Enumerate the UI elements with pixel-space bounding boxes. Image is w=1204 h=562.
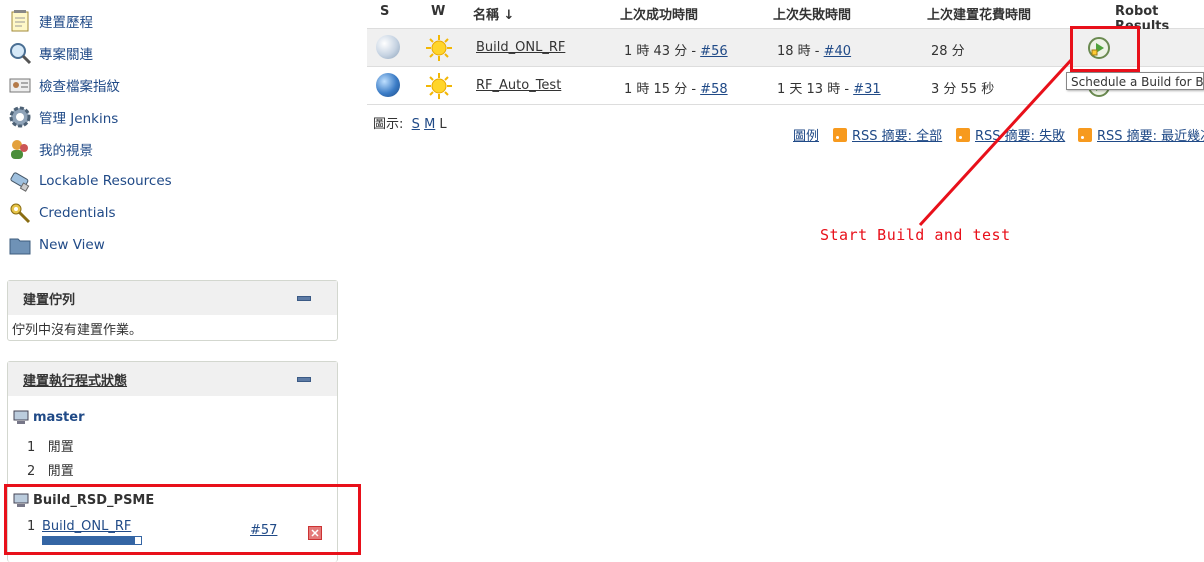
col-header-last-duration[interactable]: 上次建置花費時間 — [927, 4, 1031, 23]
node-master-link[interactable]: master — [33, 410, 85, 425]
search-icon — [8, 41, 32, 65]
sidebar-task-credentials[interactable]: Credentials — [8, 200, 116, 226]
job-link[interactable]: Build_ONL_RF — [476, 40, 565, 55]
status-blue-icon — [376, 73, 400, 97]
task-label: 管理 Jenkins — [39, 111, 119, 127]
executor-status-header: 建置執行程式狀態 — [8, 362, 337, 396]
task-label: 檢查檔案指紋 — [39, 79, 120, 95]
last-failure-build-link[interactable]: #40 — [824, 44, 851, 59]
computer-icon — [13, 409, 29, 425]
user-icon — [8, 137, 32, 161]
rss-icon — [1078, 127, 1092, 142]
executor-number: 1 — [27, 440, 36, 455]
last-failure-time: 18 時 - — [777, 44, 824, 59]
sidebar-task-build-history[interactable]: 建置歷程 — [8, 8, 93, 34]
last-success-time: 1 時 43 分 - — [624, 44, 701, 59]
task-label: 我的視景 — [39, 143, 93, 159]
icon-size-small-link[interactable]: S — [412, 117, 420, 132]
executor-row: 2 閒置 — [27, 460, 74, 479]
sidebar-task-lockable-resources[interactable]: Lockable Resources — [8, 168, 172, 194]
last-success-build-link[interactable]: #56 — [700, 44, 727, 59]
task-label: 專案關連 — [39, 47, 93, 63]
sidebar-task-project-relationship[interactable]: 專案關連 — [8, 40, 93, 66]
executor-row: 1 閒置 — [27, 436, 74, 455]
status-blue-anime-icon — [376, 35, 400, 59]
highlight-box-executor — [4, 484, 361, 555]
build-queue-pane: 建置佇列 佇列中沒有建置作業。 — [7, 280, 338, 341]
weather-sunny-icon — [425, 72, 453, 104]
task-label: New View — [39, 237, 105, 253]
build-queue-empty-text: 佇列中沒有建置作業。 — [12, 323, 143, 338]
build-queue-title: 建置佇列 — [23, 292, 76, 308]
fingerprint-icon — [8, 73, 32, 97]
last-success-cell: 1 時 43 分 - #56 — [624, 40, 728, 59]
usb-icon — [8, 169, 32, 193]
icon-size-medium-link[interactable]: M — [424, 117, 435, 132]
weather-sunny-icon — [425, 34, 453, 66]
icon-size-label: 圖示: — [373, 117, 404, 132]
rss-icon — [833, 127, 847, 142]
executor-state: 閒置 — [47, 440, 74, 455]
task-label: Credentials — [39, 205, 116, 221]
schedule-build-tooltip: Schedule a Build for Build_ONL_RF — [1066, 72, 1204, 90]
notepad-icon — [8, 9, 32, 33]
collapse-icon[interactable] — [297, 296, 311, 301]
last-failure-time: 1 天 13 時 - — [777, 82, 854, 97]
sidebar-task-new-view[interactable]: New View — [8, 232, 105, 258]
annotation-text: Start Build and test — [820, 226, 1011, 244]
folder-icon — [8, 233, 32, 257]
task-label: Lockable Resources — [39, 173, 172, 189]
col-header-weather[interactable]: W — [431, 4, 445, 19]
icon-size-large: L — [439, 117, 447, 132]
executor-number: 2 — [27, 464, 36, 479]
sidebar-task-fingerprint[interactable]: 檢查檔案指紋 — [8, 72, 120, 98]
last-failure-cell: 18 時 - #40 — [777, 40, 851, 59]
sidebar-task-my-views[interactable]: 我的視景 — [8, 136, 93, 162]
key-icon — [8, 201, 32, 225]
gear-icon — [8, 105, 32, 129]
last-success-build-link[interactable]: #58 — [700, 82, 727, 97]
executor-state: 閒置 — [47, 464, 74, 479]
col-header-last-success[interactable]: 上次成功時間 — [620, 4, 698, 23]
icon-size-selector: 圖示: S M L — [373, 113, 447, 132]
last-success-cell: 1 時 15 分 - #58 — [624, 78, 728, 97]
last-failure-build-link[interactable]: #31 — [853, 82, 880, 97]
legend-link[interactable]: 圖例 — [793, 125, 819, 144]
task-label: 建置歷程 — [39, 15, 93, 31]
last-success-time: 1 時 15 分 - — [624, 82, 701, 97]
col-header-name[interactable]: 名稱 ↓ — [473, 4, 514, 23]
executor-status-title-link[interactable]: 建置執行程式狀態 — [23, 370, 127, 389]
rss-latest[interactable]: RSS 摘要: 最近幾次 — [1078, 125, 1204, 144]
annotation-arrow — [918, 57, 1074, 227]
highlight-box-schedule — [1070, 26, 1140, 72]
last-failure-cell: 1 天 13 時 - #31 — [777, 78, 881, 97]
rss-latest-link[interactable]: RSS 摘要: 最近幾次 — [1097, 125, 1204, 144]
sidebar-task-manage-jenkins[interactable]: 管理 Jenkins — [8, 104, 118, 130]
build-queue-header: 建置佇列 — [8, 281, 337, 315]
collapse-icon[interactable] — [297, 377, 311, 382]
col-header-last-failure[interactable]: 上次失敗時間 — [773, 4, 851, 23]
job-link[interactable]: RF_Auto_Test — [476, 78, 561, 93]
node-master: master — [13, 409, 85, 425]
col-header-status[interactable]: S — [380, 4, 389, 19]
